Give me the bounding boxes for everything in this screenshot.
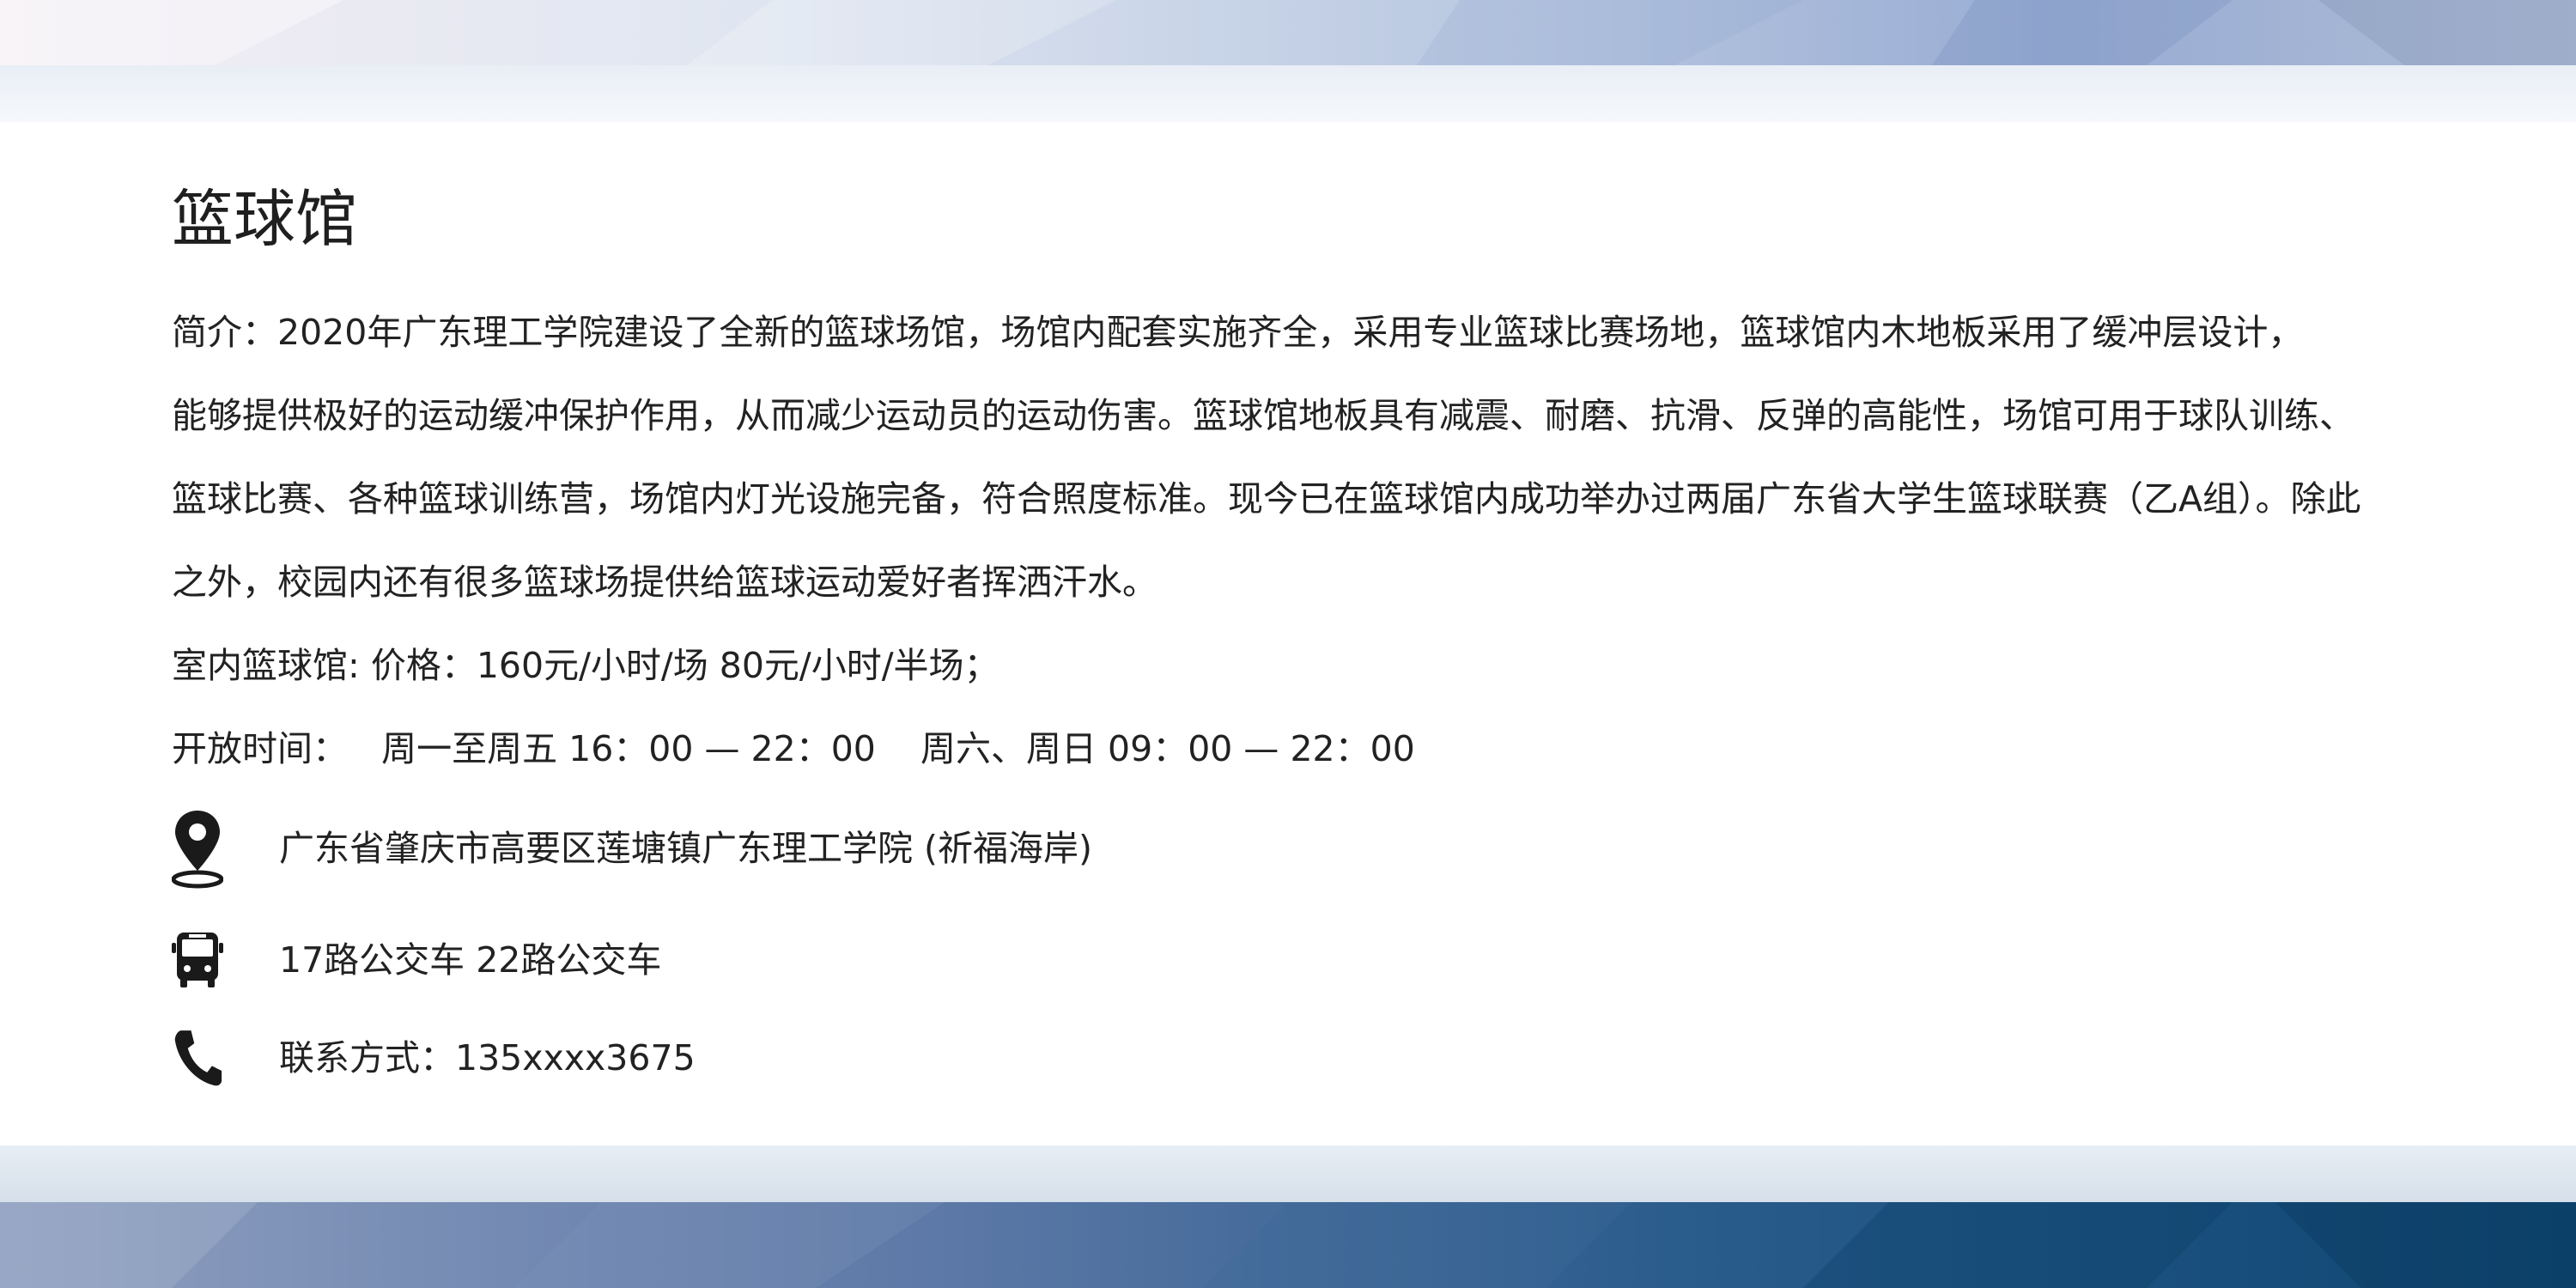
bus-text: 17路公交车 22路公交车: [279, 939, 662, 981]
address-text: 广东省肇庆市高要区莲塘镇广东理工学院 (祈福海岸): [279, 828, 1093, 869]
page: 篮球馆 简介：2020年广东理工学院建设了全新的篮球场馆，场馆内配套实施齐全，采…: [0, 0, 2576, 1288]
description-line: 能够提供极好的运动缓冲保护作用，从而减少运动员的运动伤害。篮球馆地板具有减震、耐…: [172, 395, 2354, 436]
phone-row: 联系方式：135xxxx3675: [172, 1017, 696, 1099]
phone-text: 联系方式：135xxxx3675: [279, 1037, 696, 1078]
page-title: 篮球馆: [172, 183, 358, 255]
bottom-decorative-band: [0, 1145, 2576, 1288]
bottom-band-graphic: [0, 1145, 2576, 1288]
opening-hours: 开放时间： 周一至周五 16：00 — 22：00 周六、周日 09：00 — …: [172, 728, 1415, 769]
top-decorative-band: [0, 0, 2576, 122]
main-content: 篮球馆 简介：2020年广东理工学院建设了全新的篮球场馆，场馆内配套实施齐全，采…: [172, 176, 2421, 791]
description-line: 简介：2020年广东理工学院建设了全新的篮球场馆，场馆内配套实施齐全，采用专业篮…: [172, 312, 2304, 353]
description-line: 之外，校园内还有很多篮球场提供给篮球运动爱好者挥洒汗水。: [172, 562, 1157, 603]
location-pin-icon: [172, 807, 223, 890]
price-info: 室内篮球馆: 价格：160元/小时/场 80元/小时/半场；: [172, 645, 999, 686]
address-row: 广东省肇庆市高要区莲塘镇广东理工学院 (祈福海岸): [172, 807, 1092, 890]
description: 简介：2020年广东理工学院建设了全新的篮球场馆，场馆内配套实施齐全，采用专业篮…: [172, 291, 2421, 624]
top-band-graphic: [0, 0, 2576, 122]
bus-icon: [172, 919, 223, 1001]
description-line: 篮球比赛、各种篮球训练营，场馆内灯光设施完备，符合照度标准。现今已在篮球馆内成功…: [172, 478, 2361, 519]
bus-row: 17路公交车 22路公交车: [172, 919, 661, 1001]
phone-icon: [172, 1017, 223, 1099]
